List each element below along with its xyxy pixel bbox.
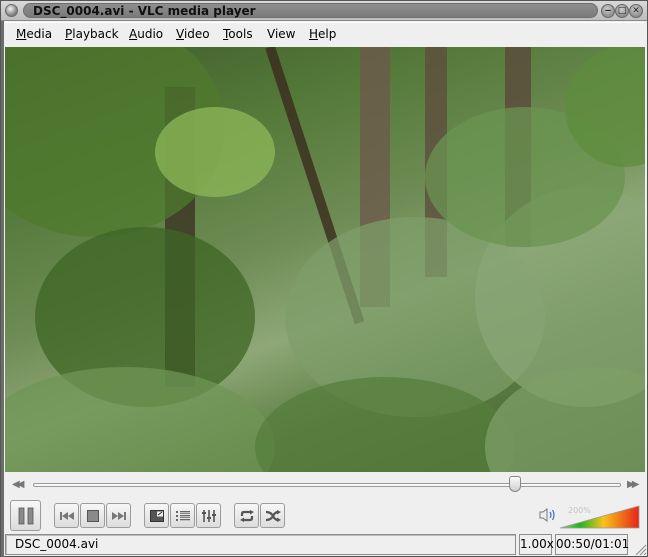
loop-button[interactable]: [234, 503, 259, 528]
title-bar[interactable]: DSC_0004.avi - VLC media player ‒ □ ✕: [1, 1, 647, 21]
menu-label: ideo: [183, 27, 210, 41]
shuffle-button[interactable]: [260, 503, 285, 528]
window-title: DSC_0004.avi - VLC media player: [33, 4, 256, 18]
close-button[interactable]: ✕: [629, 4, 643, 18]
playlist-button[interactable]: [170, 503, 195, 528]
skip-next-icon: [111, 511, 126, 520]
extended-settings-button[interactable]: [196, 503, 221, 528]
window-menu-icon[interactable]: [5, 4, 18, 17]
menu-playback[interactable]: Playback: [65, 27, 119, 41]
time-display[interactable]: 00:50/01:01: [555, 534, 629, 555]
menu-audio[interactable]: Audio: [129, 27, 163, 41]
skip-previous-icon: [59, 511, 74, 520]
menu-label: ew: [278, 27, 296, 41]
seek-forward-icon[interactable]: ▶▶: [627, 479, 640, 490]
seek-bar-row: ◀◀ ▶▶: [5, 475, 645, 495]
next-button[interactable]: [106, 503, 131, 528]
seek-slider[interactable]: [33, 483, 621, 487]
menu-label: elp: [318, 27, 337, 41]
menu-mnemonic: V: [176, 27, 184, 41]
window-border: [1, 21, 4, 557]
maximize-icon: □: [617, 6, 627, 16]
stop-icon: [86, 509, 99, 522]
video-display[interactable]: [5, 47, 645, 472]
menu-media[interactable]: Media: [16, 27, 52, 41]
menu-bar: Media Playback Audio Video Tools View He…: [5, 22, 643, 44]
previous-button[interactable]: [54, 503, 79, 528]
minimize-icon: ‒: [604, 6, 612, 16]
menu-label: udio: [137, 27, 164, 41]
speaker-icon[interactable]: [538, 506, 558, 524]
menu-view[interactable]: View: [267, 27, 295, 41]
minimize-button[interactable]: ‒: [601, 4, 615, 18]
shuffle-icon: [265, 509, 281, 522]
menu-mnemonic: A: [129, 27, 138, 41]
vlc-window: DSC_0004.avi - VLC media player ‒ □ ✕ Me…: [0, 0, 648, 557]
pause-icon: [18, 507, 33, 524]
volume-slider[interactable]: [559, 505, 641, 529]
menu-label: ools: [228, 27, 253, 41]
status-filename: DSC_0004.avi: [5, 534, 516, 555]
loop-icon: [239, 509, 254, 522]
pause-button[interactable]: [10, 500, 41, 531]
menu-tools[interactable]: Tools: [223, 27, 253, 41]
playback-rate[interactable]: 1.00x: [519, 534, 554, 555]
resize-grip-icon[interactable]: [633, 542, 647, 556]
menu-mnemonic: Vi: [267, 27, 279, 41]
menu-mnemonic: M: [16, 27, 27, 41]
stop-button[interactable]: [80, 503, 105, 528]
fullscreen-button[interactable]: [144, 503, 169, 528]
fullscreen-icon: [149, 509, 164, 522]
close-icon: ✕: [632, 6, 640, 16]
volume-level-fill: [559, 505, 640, 529]
maximize-button[interactable]: □: [615, 4, 629, 18]
menu-video[interactable]: Video: [176, 27, 210, 41]
seek-backward-icon[interactable]: ◀◀: [12, 479, 25, 490]
menu-label: layback: [72, 27, 119, 41]
menu-help[interactable]: Help: [309, 27, 336, 41]
menu-mnemonic: H: [309, 27, 319, 41]
seek-handle[interactable]: [509, 476, 522, 492]
equalizer-icon: [201, 509, 216, 522]
playlist-icon: [175, 510, 190, 521]
menu-label: edia: [26, 27, 53, 41]
